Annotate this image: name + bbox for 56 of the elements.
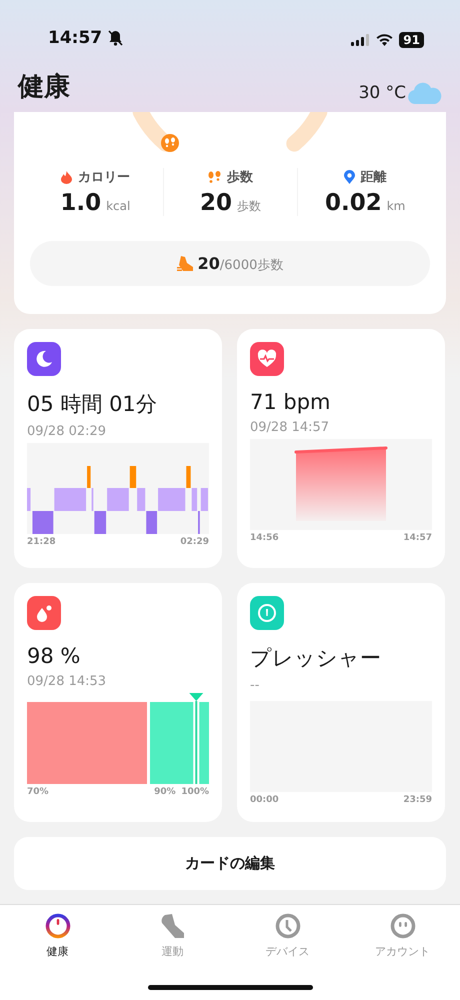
health-card[interactable]: 05 時間 01分 09/28 02:29 21:28 02:29 — [14, 329, 222, 568]
axis-label: 21:28 — [27, 537, 56, 547]
stat-unit: 歩数 — [237, 198, 261, 215]
running-shoe-icon — [176, 256, 194, 271]
axis-label: 14:56 — [250, 533, 279, 543]
moon-icon — [27, 342, 61, 376]
stat-label: カロリー — [78, 169, 130, 186]
clock-icon — [274, 913, 300, 939]
card-time: -- — [250, 678, 260, 693]
shoe-icon — [160, 913, 186, 939]
axis-label: 23:59 — [403, 795, 432, 805]
stat-value: 20 — [200, 190, 232, 216]
tab[interactable]: 健康 — [0, 913, 115, 959]
droplet-icon — [27, 596, 61, 630]
card-time: 09/28 02:29 — [27, 424, 108, 439]
battery-level: 91 — [399, 32, 424, 48]
card-time: 09/28 14:53 — [27, 674, 108, 689]
axis-label: 90% — [154, 787, 176, 797]
location-pin-icon — [344, 170, 355, 184]
edit-cards-button[interactable]: カードの編集 — [14, 837, 446, 890]
wifi-icon — [376, 34, 394, 46]
card-value: 05 時間 01分 — [27, 391, 158, 418]
stat-value: 1.0 — [60, 190, 102, 216]
stat-value: 0.02 — [324, 190, 382, 216]
health-card[interactable]: 71 bpm 09/28 14:57 14:56 14:57 — [237, 329, 445, 568]
axis-label: 00:00 — [250, 795, 279, 805]
axis-label: 14:57 — [403, 533, 432, 543]
page-title: 健康 — [18, 71, 70, 104]
health-ring-icon — [44, 913, 70, 939]
stat-label: 距離 — [360, 169, 387, 186]
heart-pulse-icon — [250, 342, 284, 376]
flame-icon — [60, 170, 72, 184]
health-card[interactable]: プレッシャー -- 00:00 23:59 — [237, 583, 445, 822]
stat-unit: kcal — [106, 199, 130, 213]
stat-unit: km — [386, 199, 406, 213]
card-value: 98 % — [27, 644, 82, 668]
gauge-icon — [250, 596, 284, 630]
step-count: 20 — [198, 254, 220, 272]
temperature: 30 °C — [358, 83, 406, 103]
axis-label: 02:29 — [180, 537, 209, 547]
stat-label: 歩数 — [226, 169, 253, 186]
card-value: プレッシャー — [250, 645, 382, 672]
step-goal: /6000歩数 — [220, 256, 284, 274]
card-value: 71 bpm — [250, 390, 332, 414]
face-icon — [390, 913, 416, 939]
card-time: 09/28 14:57 — [250, 420, 330, 435]
cloud-icon — [408, 82, 442, 104]
axis-label: 70% — [27, 787, 49, 797]
axis-label: 100% — [181, 787, 209, 797]
signal-icon — [351, 34, 370, 46]
footprints-icon — [161, 134, 179, 152]
footprints-icon — [208, 171, 221, 183]
sleep-stage-bar — [137, 488, 146, 511]
bell-off-icon — [108, 30, 124, 46]
status-time: 14:57 — [48, 28, 102, 48]
health-card[interactable]: 98 % 09/28 14:53 70% 90% 100% — [14, 583, 222, 822]
